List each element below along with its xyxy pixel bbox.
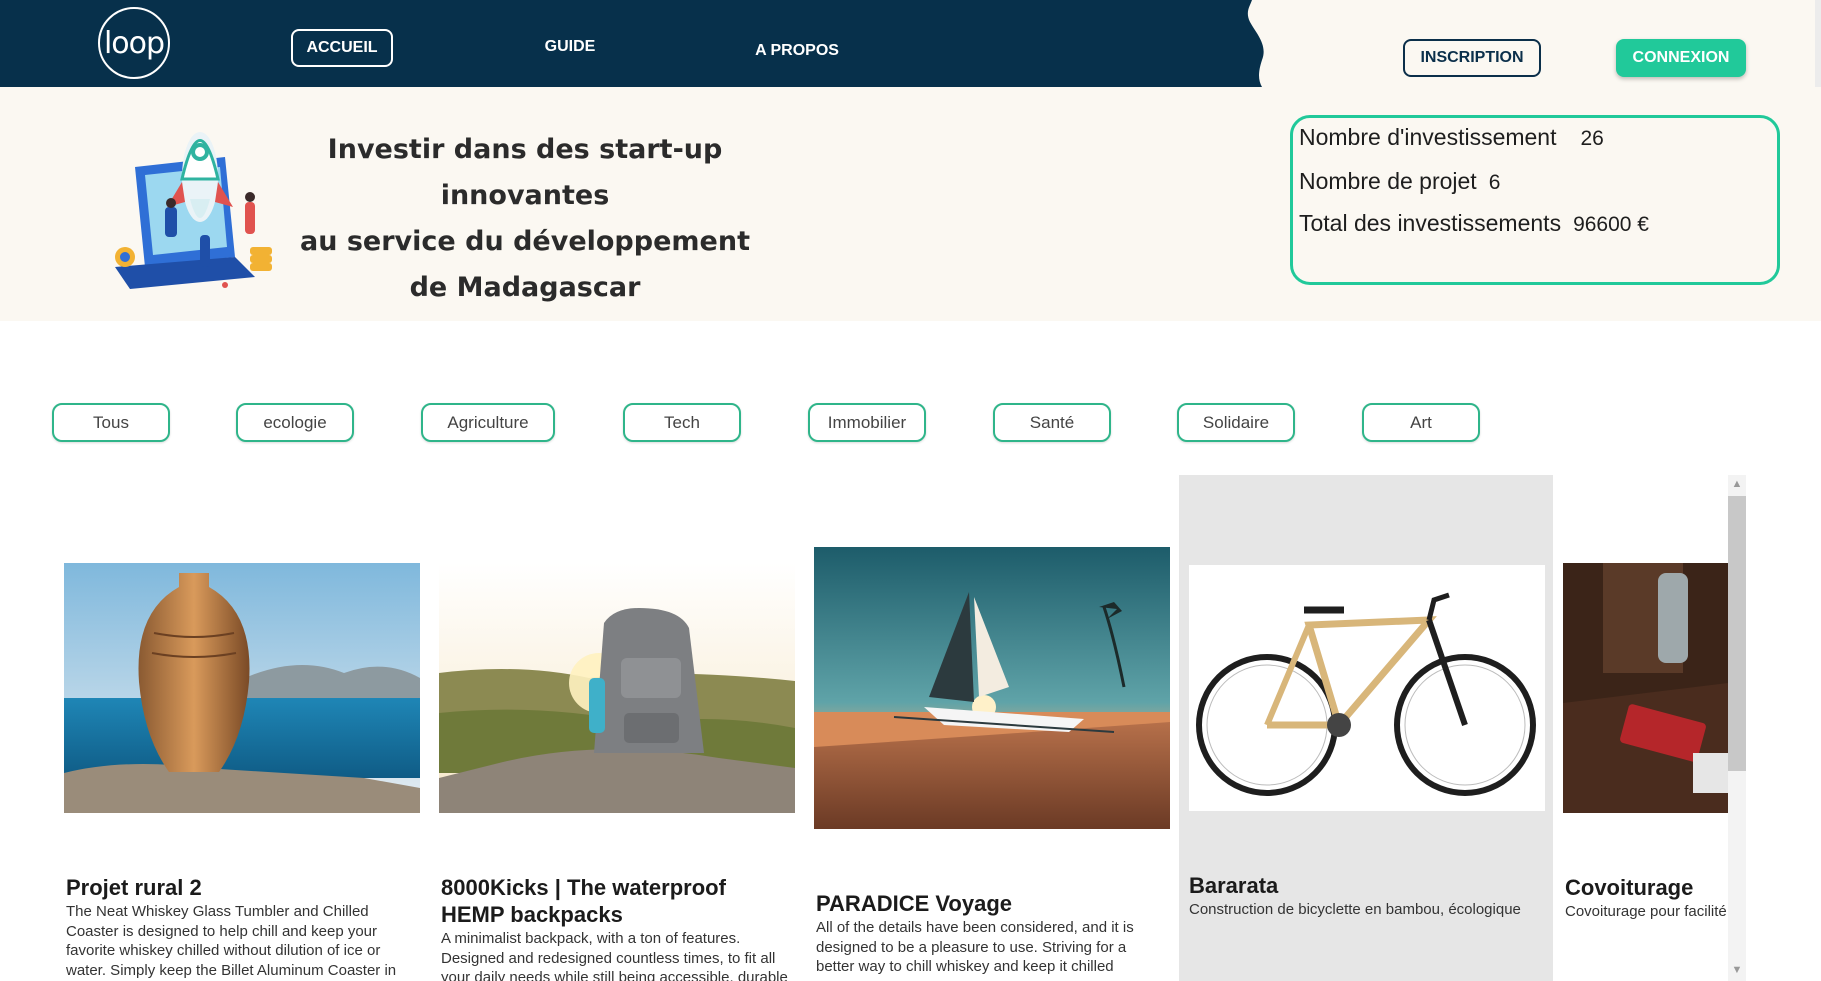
hero-title-line-2: au service du développement: [300, 226, 750, 257]
nav-accueil-button[interactable]: ACCUEIL: [291, 29, 393, 67]
project-description: A minimalist backpack, with a ton of fea…: [441, 930, 788, 981]
project-image-backpack: [439, 563, 795, 813]
project-title: Projet rural 2: [66, 875, 202, 900]
loop-logo[interactable]: loop: [98, 7, 170, 79]
project-card-highlighted[interactable]: Bararata Construction de bicyclette en b…: [1179, 475, 1553, 981]
scroll-down-arrow-icon[interactable]: ▼: [1728, 961, 1746, 979]
project-cards: Projet rural 2 The Neat Whiskey Glass Tu…: [0, 475, 1740, 981]
top-navigation-bar: loop ACCUEIL GUIDE A PROPOS INSCRIPTION …: [0, 0, 1821, 87]
filter-tech[interactable]: Tech: [623, 403, 741, 442]
project-card[interactable]: Covoiturage Covoiturage pour facilité: [1563, 475, 1728, 981]
cards-scrollbar-thumb[interactable]: [1728, 496, 1746, 771]
connexion-button[interactable]: CONNEXION: [1616, 39, 1746, 77]
filter-sante[interactable]: Santé: [993, 403, 1111, 442]
filter-art[interactable]: Art: [1362, 403, 1480, 442]
stat-projects-label: Nombre de projet: [1299, 168, 1477, 194]
inscription-button[interactable]: INSCRIPTION: [1403, 39, 1541, 77]
stat-investments: Nombre d'investissement 26: [1299, 124, 1604, 151]
stat-investments-value: 26: [1580, 127, 1604, 150]
header-background: [0, 0, 1821, 87]
project-image-amphora: [64, 563, 420, 813]
stat-projects: Nombre de projet 6: [1299, 168, 1500, 195]
hero-title-line-3: de Madagascar: [409, 272, 641, 303]
nav-guide-link[interactable]: GUIDE: [530, 30, 610, 64]
hero-title-line-1: Investir dans des start-up innovantes: [327, 134, 723, 211]
project-title: Bararata: [1189, 873, 1279, 898]
stat-total-value: 96600 €: [1573, 213, 1649, 236]
project-description: Construction de bicyclette en bambou, éc…: [1189, 901, 1521, 918]
project-title: Covoiturage: [1565, 875, 1694, 900]
filter-tous[interactable]: Tous: [52, 403, 170, 442]
project-card[interactable]: 8000Kicks | The waterproof HEMP backpack…: [439, 475, 795, 981]
project-image-bamboo-bicycle: [1189, 565, 1545, 811]
project-card[interactable]: Projet rural 2 The Neat Whiskey Glass Tu…: [64, 475, 420, 981]
filter-ecologie[interactable]: ecologie: [236, 403, 354, 442]
stats-panel: Nombre d'investissement 26 Nombre de proj…: [1290, 115, 1780, 285]
stat-total-label: Total des investissements: [1299, 210, 1562, 236]
project-description: Covoiturage pour facilité: [1565, 903, 1727, 920]
hero-section: Investir dans des start-up innovantes au…: [0, 87, 1821, 321]
filter-immobilier[interactable]: Immobilier: [808, 403, 926, 442]
stat-total: Total des investissements 96600 €: [1299, 210, 1649, 237]
project-image-carpool: [1563, 563, 1728, 813]
project-image-sailboat: [814, 547, 1170, 829]
project-description: The Neat Whiskey Glass Tumbler and Chill…: [66, 903, 397, 979]
hero-headline: Investir dans des start-up innovantes au…: [250, 127, 800, 311]
stat-investments-label: Nombre d'investissement: [1299, 124, 1557, 150]
filter-agriculture[interactable]: Agriculture: [421, 403, 555, 442]
nav-apropos-link[interactable]: A PROPOS: [742, 34, 852, 68]
project-description: All of the details have been considered,…: [816, 919, 1134, 975]
scroll-up-arrow-icon[interactable]: ▲: [1728, 475, 1746, 493]
filter-solidaire[interactable]: Solidaire: [1177, 403, 1295, 442]
project-card[interactable]: PARADICE Voyage All of the details have …: [814, 475, 1170, 981]
project-title: PARADICE Voyage: [816, 891, 1013, 916]
stat-projects-value: 6: [1488, 171, 1501, 194]
project-title: 8000Kicks | The waterproof HEMP backpack…: [441, 875, 726, 927]
